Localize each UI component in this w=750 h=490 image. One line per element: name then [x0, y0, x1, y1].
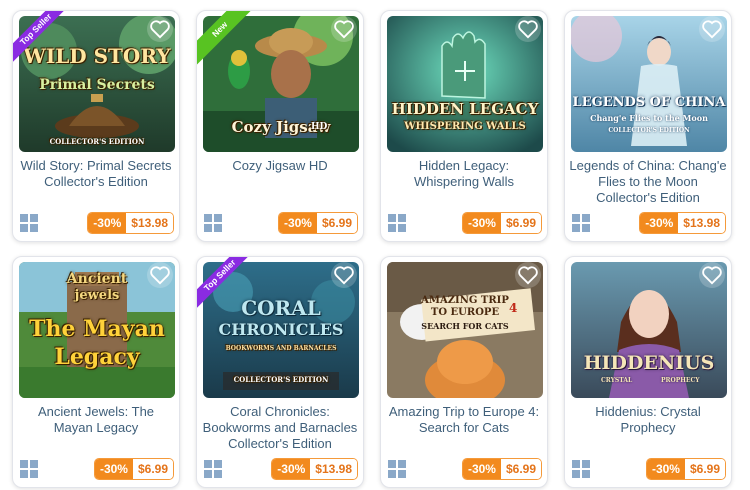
discount-badge: -30%	[278, 213, 317, 233]
game-title-link[interactable]: Coral Chronicles: Bookworms and Barnacle…	[201, 404, 359, 452]
cover-title-text: HIDDEN LEGACY	[391, 100, 539, 118]
game-title-link[interactable]: Hidden Legacy: Whispering Walls	[385, 158, 543, 190]
cover-crystal-text: CRYSTAL	[601, 377, 633, 384]
price-button[interactable]: -30% $13.98	[271, 458, 358, 480]
game-title-link[interactable]: Hiddenius: Crystal Prophecy	[569, 404, 727, 436]
wishlist-heart-icon[interactable]	[331, 16, 357, 42]
cover-subtitle-text: Primal Secrets	[39, 77, 155, 93]
game-title-link[interactable]: Cozy Jigsaw HD	[201, 158, 359, 174]
wishlist-heart-icon[interactable]	[699, 262, 725, 288]
price-button[interactable]: -30% $6.99	[277, 212, 358, 234]
cover-hd-text: HD	[311, 122, 328, 132]
game-title-link[interactable]: Wild Story: Primal Secrets Collector's E…	[17, 158, 175, 190]
price-button[interactable]: -30% $6.99	[461, 458, 542, 480]
price-button[interactable]: -30% $6.99	[645, 458, 726, 480]
cover-subtitle-text: CHRONICLES	[218, 320, 344, 339]
cover-subtitle-text: TO EUROPE	[430, 307, 500, 318]
game-card-ancient-jewels[interactable]: Ancient jewels The Mayan Legacy Ancient …	[12, 256, 180, 488]
price-label: $13.98	[126, 213, 173, 233]
game-card-legends-of-china[interactable]: LEGENDS OF CHINA Chang'e Flies to the Mo…	[564, 10, 732, 242]
wishlist-heart-icon[interactable]	[699, 16, 725, 42]
discount-badge: -30%	[462, 459, 501, 479]
game-card-hiddenius[interactable]: HIDDENIUS CRYSTAL PROPHECY Hiddenius: Cr…	[564, 256, 732, 488]
cover-title-text: HIDDENIUS	[583, 352, 715, 374]
top-seller-badge: Top Seller	[197, 257, 251, 311]
new-badge: New	[197, 11, 251, 65]
cover-prophecy-text: PROPHECY	[661, 377, 700, 384]
discount-badge: -30%	[462, 213, 501, 233]
price-button[interactable]: -30% $13.98	[639, 212, 726, 234]
cover-bookworms-text: BOOKWORMS AND BARNACLES	[225, 345, 337, 352]
price-button[interactable]: -30% $6.99	[461, 212, 542, 234]
game-card-coral-chronicles[interactable]: CORAL CHRONICLES BOOKWORMS AND BARNACLES…	[196, 256, 364, 488]
cover-edition-text: COLLECTOR'S EDITION	[233, 375, 329, 384]
discount-badge: -30%	[646, 459, 685, 479]
windows-icon	[388, 460, 406, 478]
game-card-cozy-jigsaw[interactable]: Cozy Jigsaw HD New Cozy Jigsaw HD -30% $…	[196, 10, 364, 242]
top-seller-badge: Top Seller	[13, 11, 67, 65]
price-button[interactable]: -30% $13.98	[87, 212, 174, 234]
game-title-link[interactable]: Ancient Jewels: The Mayan Legacy	[17, 404, 175, 436]
cover-subtitle-text: WHISPERING WALLS	[404, 121, 526, 132]
price-label: $6.99	[132, 459, 173, 479]
wishlist-heart-icon[interactable]	[147, 262, 173, 288]
cover-subtitle-text: jewels	[74, 288, 120, 303]
price-label: $13.98	[678, 213, 725, 233]
cover-tagline-text: SEARCH FOR CATS	[421, 321, 509, 331]
game-card-wild-story[interactable]: WILD STORY Primal Secrets COLLECTOR'S ED…	[12, 10, 180, 242]
discount-badge: -30%	[640, 213, 679, 233]
windows-icon	[20, 460, 38, 478]
cover-title-text: LEGENDS OF CHINA	[572, 95, 726, 110]
wishlist-heart-icon[interactable]	[331, 262, 357, 288]
wishlist-heart-icon[interactable]	[515, 16, 541, 42]
windows-icon	[204, 460, 222, 478]
windows-icon	[388, 214, 406, 232]
cover-legacy-text: Legacy	[54, 344, 140, 370]
windows-icon	[20, 214, 38, 232]
price-button[interactable]: -30% $6.99	[93, 458, 174, 480]
price-label: $13.98	[310, 459, 357, 479]
game-grid: WILD STORY Primal Secrets COLLECTOR'S ED…	[0, 0, 750, 490]
cover-title-text: Cozy Jigsaw	[231, 118, 331, 136]
discount-badge: -30%	[94, 459, 133, 479]
windows-icon	[572, 460, 590, 478]
cover-subtitle-text: Chang'e Flies to the Moon	[590, 113, 708, 123]
windows-icon	[204, 214, 222, 232]
price-label: $6.99	[500, 213, 541, 233]
game-card-amazing-trip[interactable]: AMAZING TRIP TO EUROPE 4 SEARCH FOR CATS…	[380, 256, 548, 488]
cover-number-text: 4	[509, 301, 518, 315]
price-label: $6.99	[500, 459, 541, 479]
game-title-link[interactable]: Legends of China: Chang'e Flies to the M…	[569, 158, 727, 206]
price-label: $6.99	[316, 213, 357, 233]
windows-icon	[572, 214, 590, 232]
discount-badge: -30%	[88, 213, 127, 233]
cover-edition-text: COLLECTOR'S EDITION	[49, 137, 145, 146]
price-label: $6.99	[684, 459, 725, 479]
cover-mayan-text: The Mayan	[29, 316, 165, 342]
game-card-hidden-legacy[interactable]: HIDDEN LEGACY WHISPERING WALLS Hidden Le…	[380, 10, 548, 242]
wishlist-heart-icon[interactable]	[147, 16, 173, 42]
discount-badge: -30%	[272, 459, 311, 479]
cover-title-text: AMAZING TRIP	[421, 295, 509, 306]
cover-edition-text: COLLECTOR'S EDITION	[608, 127, 690, 134]
game-title-link[interactable]: Amazing Trip to Europe 4: Search for Cat…	[385, 404, 543, 436]
wishlist-heart-icon[interactable]	[515, 262, 541, 288]
